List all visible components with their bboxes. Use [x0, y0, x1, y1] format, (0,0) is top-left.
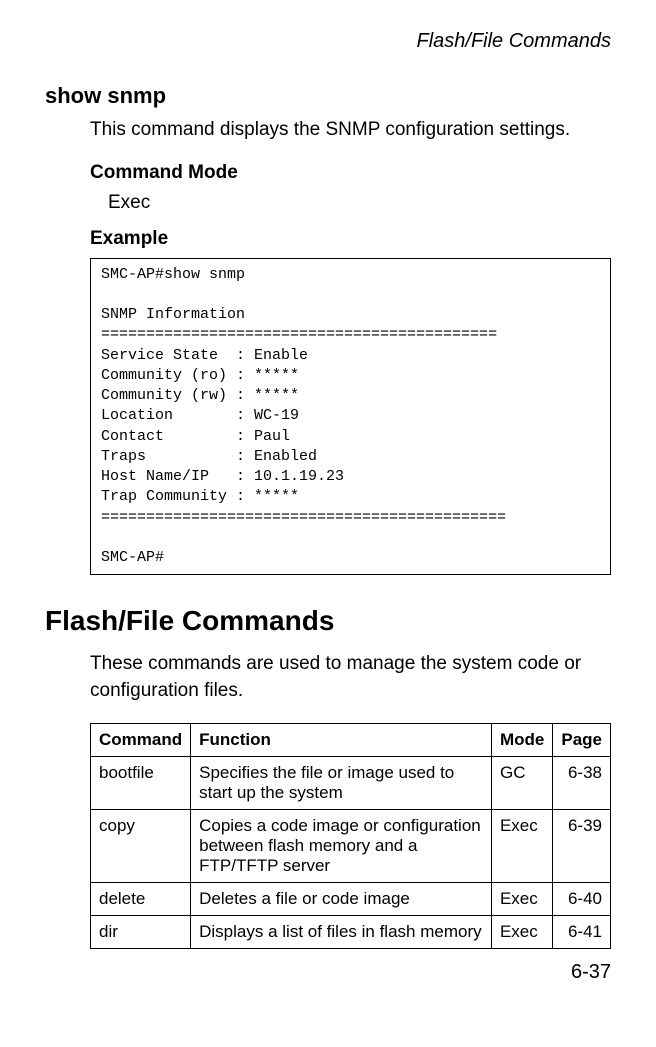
- table-row: delete Deletes a file or code image Exec…: [91, 882, 611, 915]
- section-intro: These commands are used to manage the sy…: [90, 651, 611, 704]
- cell-page: 6-41: [553, 915, 611, 948]
- running-header: Flash/File Commands: [45, 30, 611, 53]
- section-title: Flash/File Commands: [45, 605, 611, 637]
- col-header-mode: Mode: [491, 723, 552, 756]
- page-number: 6-37: [0, 949, 656, 984]
- cell-function: Displays a list of files in flash memory: [191, 915, 492, 948]
- table-header-row: Command Function Mode Page: [91, 723, 611, 756]
- example-label: Example: [90, 228, 611, 250]
- col-header-page: Page: [553, 723, 611, 756]
- command-mode-label: Command Mode: [90, 162, 611, 184]
- command-description: This command displays the SNMP configura…: [90, 117, 611, 144]
- command-mode-value: Exec: [90, 192, 611, 214]
- table-row: copy Copies a code image or configuratio…: [91, 809, 611, 882]
- cell-page: 6-40: [553, 882, 611, 915]
- cell-mode: GC: [491, 756, 552, 809]
- cell-command: delete: [91, 882, 191, 915]
- cell-command: dir: [91, 915, 191, 948]
- cell-function: Deletes a file or code image: [191, 882, 492, 915]
- table-row: bootfile Specifies the file or image use…: [91, 756, 611, 809]
- cell-page: 6-39: [553, 809, 611, 882]
- cell-page: 6-38: [553, 756, 611, 809]
- cell-function: Copies a code image or configuration bet…: [191, 809, 492, 882]
- cell-mode: Exec: [491, 915, 552, 948]
- col-header-command: Command: [91, 723, 191, 756]
- cell-command: copy: [91, 809, 191, 882]
- cell-command: bootfile: [91, 756, 191, 809]
- cell-function: Specifies the file or image used to star…: [191, 756, 492, 809]
- cell-mode: Exec: [491, 882, 552, 915]
- cell-mode: Exec: [491, 809, 552, 882]
- example-output: SMC-AP#show snmp SNMP Information ======…: [90, 258, 611, 576]
- command-name: show snmp: [45, 83, 611, 109]
- table-row: dir Displays a list of files in flash me…: [91, 915, 611, 948]
- col-header-function: Function: [191, 723, 492, 756]
- commands-table: Command Function Mode Page bootfile Spec…: [90, 723, 611, 949]
